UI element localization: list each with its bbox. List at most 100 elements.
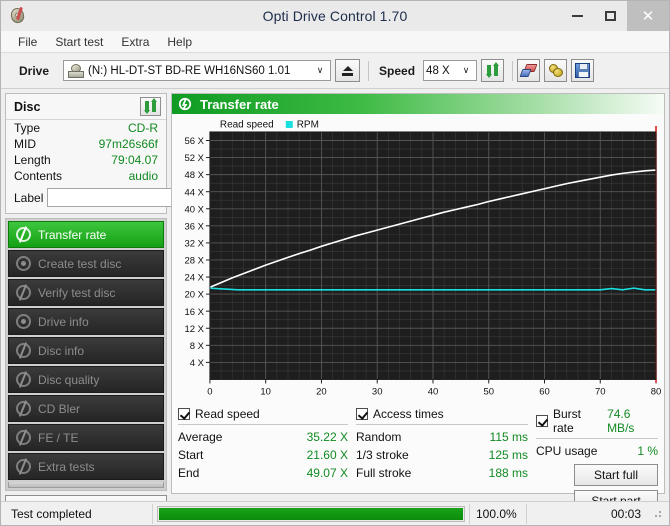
read-speed-header: Read speed bbox=[178, 407, 348, 426]
stats-panel: Read speed Average 35.22 X Start 21.60 X… bbox=[172, 403, 664, 513]
sidebar-item-disc-info[interactable]: Disc info bbox=[8, 337, 164, 364]
drive-select-value: (N:) HL-DT-ST BD-RE WH16NS60 1.01 bbox=[88, 64, 291, 77]
disc-row-key: Length bbox=[14, 153, 51, 167]
stat-value: 49.07 X bbox=[306, 466, 348, 481]
sidebar-item-fe-te[interactable]: FE / TE bbox=[8, 424, 164, 451]
sidebar-nav-spacer bbox=[8, 482, 164, 488]
body-split: Disc Type CD-R MID 97m26s66f Length 79:0… bbox=[1, 89, 669, 519]
floppy-save-icon bbox=[575, 63, 591, 78]
access-times-checkbox[interactable] bbox=[356, 408, 368, 421]
legend-swatch bbox=[285, 120, 293, 128]
drive-select[interactable]: (N:) HL-DT-ST BD-RE WH16NS60 1.01 ∨ bbox=[63, 60, 332, 81]
sidebar-item-label: Transfer rate bbox=[38, 227, 107, 242]
menu-item-start-test[interactable]: Start test bbox=[46, 33, 112, 51]
read-speed-title: Read speed bbox=[195, 407, 260, 422]
chevron-down-icon: ∨ bbox=[316, 65, 324, 75]
tools-button[interactable] bbox=[544, 59, 568, 82]
sidebar-item-transfer-rate[interactable]: Transfer rate bbox=[8, 221, 164, 248]
menu-item-extra[interactable]: Extra bbox=[112, 33, 158, 51]
y-tick-label: 32 X bbox=[184, 239, 204, 250]
fe-te-icon bbox=[16, 429, 31, 446]
sidebar-item-verify-test-disc[interactable]: Verify test disc bbox=[8, 279, 164, 306]
menu-bar: File Start test Extra Help bbox=[1, 31, 669, 53]
x-tick-label: 40 bbox=[428, 386, 439, 397]
toolbar-separator-1 bbox=[368, 60, 370, 81]
menu-item-help[interactable]: Help bbox=[158, 33, 201, 51]
disc-label-row: Label bbox=[6, 184, 248, 213]
disc-row-key: Contents bbox=[14, 169, 63, 183]
read-speed-checkbox[interactable] bbox=[178, 408, 190, 421]
sidebar-item-create-test-disc[interactable]: Create test disc bbox=[8, 250, 164, 277]
y-tick-label: 52 X bbox=[184, 153, 204, 164]
minimize-button[interactable] bbox=[561, 1, 594, 31]
burst-rate-title: Burst rate bbox=[553, 407, 582, 436]
x-tick-label: 30 bbox=[372, 386, 383, 397]
legend-label: Read speed bbox=[220, 119, 274, 130]
title-bar: Opti Drive Control 1.70 ✕ bbox=[1, 1, 669, 31]
cd-bler-icon bbox=[16, 400, 31, 417]
sidebar-item-label: Verify test disc bbox=[38, 285, 116, 300]
y-tick-label: 4 X bbox=[190, 358, 205, 369]
stat-value: 125 ms bbox=[488, 448, 528, 463]
erase-button[interactable] bbox=[517, 59, 541, 82]
eraser-icon bbox=[519, 63, 538, 78]
y-tick-label: 24 X bbox=[184, 273, 204, 284]
disc-row-length: Length 79:04.07 bbox=[6, 152, 166, 168]
disc-refresh-button[interactable] bbox=[140, 97, 161, 116]
y-tick-label: 48 X bbox=[184, 170, 204, 181]
stat-value: 1 % bbox=[637, 444, 658, 459]
disc-panel-title: Disc bbox=[14, 99, 41, 114]
sidebar-item-disc-quality[interactable]: Disc quality bbox=[8, 366, 164, 393]
speed-select[interactable]: 48 X ∨ bbox=[423, 60, 478, 81]
x-tick-label: 0 bbox=[207, 386, 212, 397]
resize-grip-icon[interactable] bbox=[653, 509, 663, 519]
disc-quality-icon bbox=[16, 371, 31, 388]
progress-bar-fill bbox=[159, 507, 463, 520]
create-test-disc-icon bbox=[16, 256, 31, 271]
transfer-rate-chart[interactable]: 4 X 8 X 12 X 16 X 20 X 24 X 28 X 32 X 36 X 40 X 44… bbox=[172, 114, 664, 403]
sidebar-item-label: CD Bler bbox=[38, 401, 81, 416]
sidebar-item-extra-tests[interactable]: Extra tests bbox=[8, 453, 164, 480]
refresh-button[interactable] bbox=[481, 59, 505, 82]
y-tick-label: 36 X bbox=[184, 221, 204, 232]
access-times-stats: Access times Random 115 ms 1/3 stroke 12… bbox=[356, 407, 528, 512]
disc-row-value: CD-R bbox=[128, 121, 158, 135]
window-controls: ✕ bbox=[561, 1, 669, 31]
save-button[interactable] bbox=[571, 59, 595, 82]
y-tick-label: 12 X bbox=[184, 324, 204, 335]
stat-row-start: Start 21.60 X bbox=[178, 446, 348, 464]
x-tick-label: 50 bbox=[483, 386, 494, 397]
sidebar-item-drive-info[interactable]: Drive info bbox=[8, 308, 164, 335]
x-tick-label: 10 bbox=[260, 386, 271, 397]
eject-icon bbox=[342, 65, 354, 76]
tools-icon bbox=[548, 63, 564, 78]
status-message: Test completed bbox=[5, 503, 153, 524]
chart-canvas[interactable]: 4 X 8 X 12 X 16 X 20 X 24 X 28 X 32 X 36 X 40 X 44… bbox=[172, 114, 664, 403]
transfer-rate-icon bbox=[16, 226, 31, 243]
stat-key: CPU usage bbox=[536, 444, 598, 459]
main-panel: Transfer rate 4 X 8 X 12 X 16 X 20 X 24 X 28 X… bbox=[171, 93, 665, 513]
application-window: Opti Drive Control 1.70 ✕ File Start tes… bbox=[0, 0, 670, 526]
stat-row-full-stroke: Full stroke 188 ms bbox=[356, 464, 528, 482]
burst-rate-header: Burst rate 74.6 MB/s bbox=[536, 407, 658, 440]
burst-rate-checkbox[interactable] bbox=[536, 415, 548, 428]
stat-key: Start bbox=[178, 448, 204, 463]
start-full-button[interactable]: Start full bbox=[574, 464, 658, 487]
menu-item-file[interactable]: File bbox=[9, 33, 46, 51]
disc-panel-header: Disc bbox=[6, 94, 166, 120]
y-tick-label: 28 X bbox=[184, 256, 204, 267]
burst-rate-stats: Burst rate 74.6 MB/s CPU usage 1 % Start… bbox=[536, 407, 658, 513]
refresh-icon bbox=[485, 62, 500, 78]
stat-key: Average bbox=[178, 430, 223, 445]
sidebar-item-label: Drive info bbox=[38, 314, 89, 329]
eject-button[interactable] bbox=[335, 59, 361, 82]
sidebar-item-cd-bler[interactable]: CD Bler bbox=[8, 395, 164, 422]
transfer-rate-icon bbox=[178, 97, 192, 111]
x-tick-label: 70 bbox=[595, 386, 606, 397]
app-disc-icon bbox=[9, 6, 27, 25]
access-times-header: Access times bbox=[356, 407, 528, 426]
drive-label: Drive bbox=[19, 63, 50, 78]
stat-row-third-stroke: 1/3 stroke 125 ms bbox=[356, 446, 528, 464]
maximize-button[interactable] bbox=[594, 1, 627, 31]
close-button[interactable]: ✕ bbox=[627, 1, 669, 31]
